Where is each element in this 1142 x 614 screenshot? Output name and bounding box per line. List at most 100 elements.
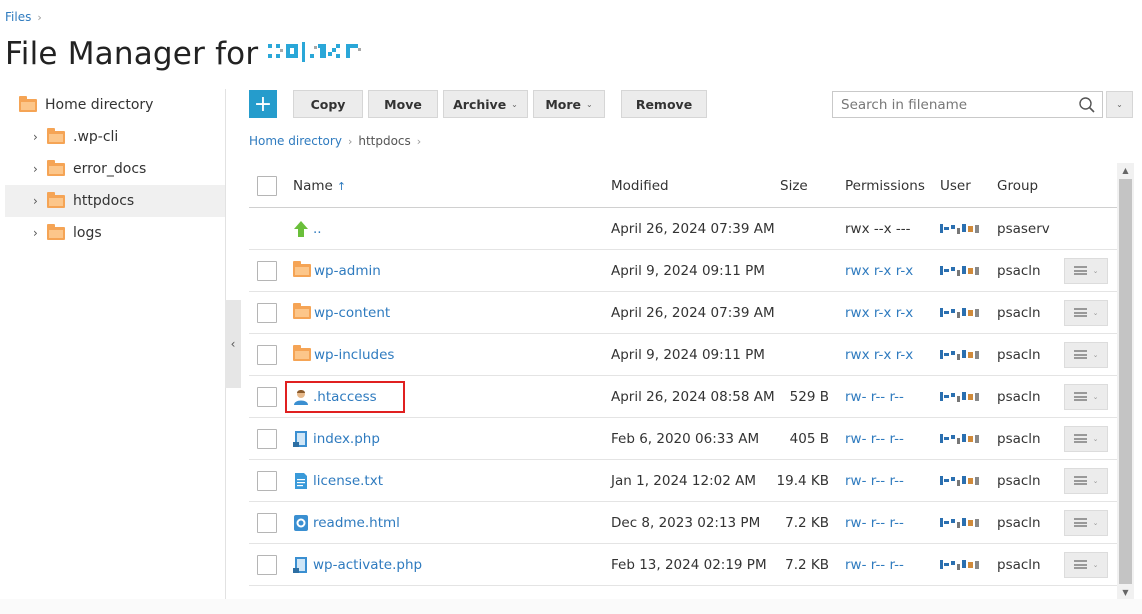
tree-item-home[interactable]: Home directory bbox=[5, 89, 225, 121]
permissions-cell[interactable]: rw- r-- r-- bbox=[845, 544, 904, 585]
archive-button[interactable]: Archive ⌄ bbox=[443, 90, 528, 118]
name-cell: wp-content bbox=[293, 292, 390, 333]
add-button[interactable]: + bbox=[249, 90, 277, 118]
path-separator: › bbox=[416, 135, 422, 148]
search-options-button[interactable]: ⌄ bbox=[1106, 91, 1133, 118]
menu-icon bbox=[1073, 560, 1087, 569]
search-input[interactable] bbox=[833, 96, 1073, 113]
tree-item-httpdocs[interactable]: › httpdocs bbox=[5, 185, 225, 217]
file-name-link[interactable]: license.txt bbox=[313, 473, 383, 489]
table-row[interactable]: wp-content April 26, 2024 07:39 AM rwx r-x… bbox=[249, 292, 1117, 334]
table-row[interactable]: index.php Feb 6, 2020 06:33 AM 405 B rw- r-… bbox=[249, 418, 1117, 460]
file-name-link[interactable]: wp-admin bbox=[314, 263, 381, 279]
folder-icon bbox=[293, 345, 311, 361]
path-home-link[interactable]: Home directory bbox=[249, 134, 342, 148]
file-name-link[interactable]: wp-activate.php bbox=[313, 557, 422, 573]
row-select-cell bbox=[257, 460, 277, 501]
row-actions-button[interactable]: ⌄ bbox=[1064, 299, 1108, 326]
file-name-link[interactable]: wp-includes bbox=[314, 347, 394, 363]
column-size-header[interactable]: Size bbox=[780, 165, 808, 207]
table-row[interactable]: wp-admin April 9, 2024 09:11 PM rwx r-x r-… bbox=[249, 250, 1117, 292]
folder-icon bbox=[293, 261, 311, 277]
row-checkbox[interactable] bbox=[257, 302, 277, 323]
permissions-cell[interactable]: rw- r-- r-- bbox=[845, 460, 904, 501]
select-all-checkbox[interactable] bbox=[257, 176, 277, 196]
column-user-header[interactable]: User bbox=[940, 165, 971, 207]
actions-cell: ⌄ bbox=[1064, 502, 1108, 543]
column-group-header[interactable]: Group bbox=[997, 165, 1038, 207]
scrollbar-thumb[interactable] bbox=[1119, 179, 1132, 584]
row-actions-button[interactable]: ⌄ bbox=[1064, 467, 1108, 494]
row-actions-button[interactable]: ⌄ bbox=[1064, 341, 1108, 368]
chevron-right-icon[interactable]: › bbox=[33, 226, 45, 240]
chevron-right-icon[interactable]: › bbox=[33, 162, 45, 176]
table-row[interactable]: wp-includes April 9, 2024 09:11 PM rwx r-x… bbox=[249, 334, 1117, 376]
file-name-link[interactable]: wp-content bbox=[314, 305, 390, 321]
row-checkbox[interactable] bbox=[257, 512, 277, 533]
column-modified-header[interactable]: Modified bbox=[611, 165, 669, 207]
scroll-up-arrow-icon[interactable]: ▲ bbox=[1117, 163, 1134, 177]
tree-item-error-docs[interactable]: › error_docs bbox=[5, 153, 225, 185]
table-row[interactable]: readme.html Dec 8, 2023 02:13 PM 7.2 KB rw-… bbox=[249, 502, 1117, 544]
permissions-cell[interactable]: rw- r-- r-- bbox=[845, 502, 904, 543]
group-cell: psacln bbox=[997, 472, 1041, 489]
user-cell bbox=[940, 418, 982, 459]
row-checkbox[interactable] bbox=[257, 554, 277, 575]
select-all-cell bbox=[257, 165, 277, 207]
row-checkbox[interactable] bbox=[257, 344, 277, 365]
permissions-cell[interactable]: rwx r-x r-x bbox=[845, 250, 913, 291]
name-cell: wp-admin bbox=[293, 250, 381, 291]
scroll-down-arrow-icon[interactable]: ▼ bbox=[1117, 585, 1134, 599]
menu-icon bbox=[1073, 350, 1087, 359]
modified-cell: April 9, 2024 09:11 PM bbox=[611, 346, 765, 363]
tree-item-wp-cli[interactable]: › .wp-cli bbox=[5, 121, 225, 153]
table-row[interactable]: license.txt Jan 1, 2024 12:02 AM 19.4 KB rw… bbox=[249, 460, 1117, 502]
permissions-cell[interactable]: rwx r-x r-x bbox=[845, 334, 913, 375]
tree-item-logs[interactable]: › logs bbox=[5, 217, 225, 249]
row-actions-button[interactable]: ⌄ bbox=[1064, 551, 1108, 578]
file-name-link[interactable]: .. bbox=[313, 221, 322, 237]
row-actions-button[interactable]: ⌄ bbox=[1064, 257, 1108, 284]
row-actions-button[interactable]: ⌄ bbox=[1064, 383, 1108, 410]
modified-cell: Feb 6, 2020 06:33 AM bbox=[611, 430, 760, 447]
row-checkbox[interactable] bbox=[257, 260, 277, 281]
chevron-right-icon[interactable]: › bbox=[33, 130, 45, 144]
redacted-user-icon bbox=[940, 559, 979, 570]
tree-item-label: logs bbox=[73, 225, 102, 241]
row-checkbox[interactable] bbox=[257, 470, 277, 491]
more-button[interactable]: More ⌄ bbox=[533, 90, 605, 118]
row-actions-button[interactable]: ⌄ bbox=[1064, 425, 1108, 452]
search-icon[interactable] bbox=[1078, 96, 1096, 114]
row-actions-button[interactable]: ⌄ bbox=[1064, 509, 1108, 536]
table-row[interactable]: .. April 26, 2024 07:39 AM rwx --x --- psas… bbox=[249, 208, 1117, 250]
file-name-link[interactable]: readme.html bbox=[313, 515, 400, 531]
copy-button[interactable]: Copy bbox=[293, 90, 363, 118]
row-checkbox[interactable] bbox=[257, 386, 277, 407]
column-name-header[interactable]: Name ↑ bbox=[293, 165, 346, 207]
php-file-icon bbox=[293, 430, 309, 448]
breadcrumb-files-link[interactable]: Files bbox=[5, 10, 31, 24]
move-button[interactable]: Move bbox=[368, 90, 438, 118]
file-name-link[interactable]: index.php bbox=[313, 431, 380, 447]
row-checkbox[interactable] bbox=[257, 428, 277, 449]
vertical-scrollbar[interactable]: ▲ ▼ bbox=[1117, 163, 1134, 599]
row-select-cell bbox=[257, 292, 277, 333]
table-row[interactable]: wp-activate.php Feb 13, 2024 02:19 PM 7.2 … bbox=[249, 544, 1117, 586]
redacted-user-icon bbox=[940, 307, 979, 318]
remove-button[interactable]: Remove bbox=[621, 90, 707, 118]
chevron-left-icon: ‹ bbox=[230, 337, 236, 351]
permissions-cell[interactable]: rw- r-- r-- bbox=[845, 376, 904, 417]
redacted-user-icon bbox=[940, 475, 979, 486]
chevron-down-icon: ⌄ bbox=[1092, 392, 1099, 401]
column-permissions-header[interactable]: Permissions bbox=[845, 165, 925, 207]
sort-ascending-icon: ↑ bbox=[336, 179, 347, 193]
chevron-right-icon[interactable]: › bbox=[33, 194, 45, 208]
path-current[interactable]: httpdocs bbox=[358, 134, 410, 148]
folder-icon bbox=[47, 191, 65, 208]
name-cell: .. bbox=[293, 208, 322, 249]
permissions-cell[interactable]: rwx r-x r-x bbox=[845, 292, 913, 333]
collapse-sidebar-button[interactable]: ‹ bbox=[225, 300, 241, 388]
name-cell: readme.html bbox=[293, 502, 400, 543]
size-cell bbox=[760, 250, 829, 291]
permissions-cell[interactable]: rw- r-- r-- bbox=[845, 418, 904, 459]
